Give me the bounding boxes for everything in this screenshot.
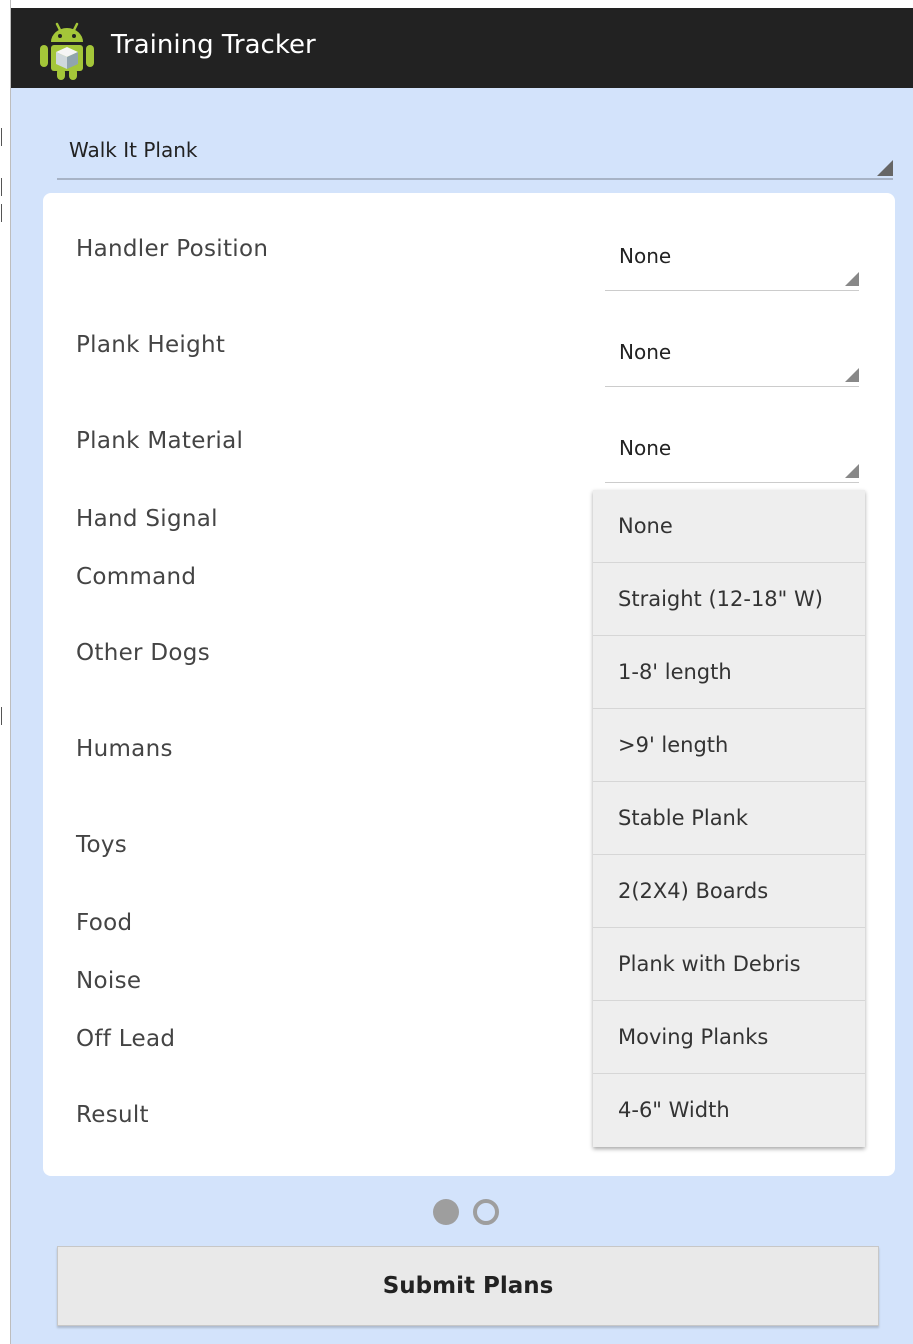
app-title: Training Tracker <box>111 30 316 60</box>
label-handler-position: Handler Position <box>76 236 269 262</box>
edge-mark <box>1 204 8 222</box>
spinner-value: None <box>619 436 672 460</box>
page-dot-active[interactable] <box>433 1199 459 1225</box>
label-command: Command <box>76 564 197 590</box>
dropdown-option[interactable]: 4-6" Width <box>593 1074 865 1147</box>
dropdown-option[interactable]: Straight (12-18" W) <box>593 563 865 636</box>
dropdown-option[interactable]: Stable Plank <box>593 782 865 855</box>
label-toys: Toys <box>76 832 128 858</box>
handler-position-spinner[interactable]: None <box>605 224 859 291</box>
plank-material-spinner[interactable]: None <box>605 416 859 483</box>
label-plank-material: Plank Material <box>76 428 244 454</box>
label-hand-signal: Hand Signal <box>76 506 218 532</box>
plan-spinner[interactable]: Walk It Plank <box>57 108 893 180</box>
plank-height-spinner[interactable]: None <box>605 320 859 387</box>
label-off-lead: Off Lead <box>76 1026 176 1052</box>
label-noise: Noise <box>76 968 142 994</box>
spinner-value: None <box>619 244 672 268</box>
label-other-dogs: Other Dogs <box>76 640 210 666</box>
window-left-edge <box>0 0 11 1344</box>
label-humans: Humans <box>76 736 173 762</box>
submit-plans-button[interactable]: Submit Plans <box>57 1246 879 1326</box>
dropdown-option[interactable]: 1-8' length <box>593 636 865 709</box>
label-food: Food <box>76 910 133 936</box>
label-plank-height: Plank Height <box>76 332 226 358</box>
android-robot-icon[interactable] <box>37 20 97 82</box>
dropdown-option[interactable]: Plank with Debris <box>593 928 865 1001</box>
edge-mark <box>1 178 8 196</box>
plan-spinner-value: Walk It Plank <box>69 138 198 162</box>
action-bar: Training Tracker <box>11 8 913 88</box>
spinner-arrow-icon <box>845 368 859 382</box>
page-dot-inactive[interactable] <box>473 1199 499 1225</box>
dropdown-option[interactable]: Moving Planks <box>593 1001 865 1074</box>
dropdown-option[interactable]: None <box>593 490 865 563</box>
dropdown-option[interactable]: 2(2X4) Boards <box>593 855 865 928</box>
edge-mark <box>1 707 8 725</box>
spinner-arrow-icon <box>845 272 859 286</box>
spinner-arrow-icon <box>877 160 893 176</box>
spinner-arrow-icon <box>845 464 859 478</box>
page-indicator <box>433 1199 513 1229</box>
edge-mark <box>1 128 8 146</box>
plank-material-dropdown: None Straight (12-18" W) 1-8' length >9'… <box>593 490 865 1147</box>
spinner-value: None <box>619 340 672 364</box>
label-result: Result <box>76 1102 149 1128</box>
dropdown-option[interactable]: >9' length <box>593 709 865 782</box>
